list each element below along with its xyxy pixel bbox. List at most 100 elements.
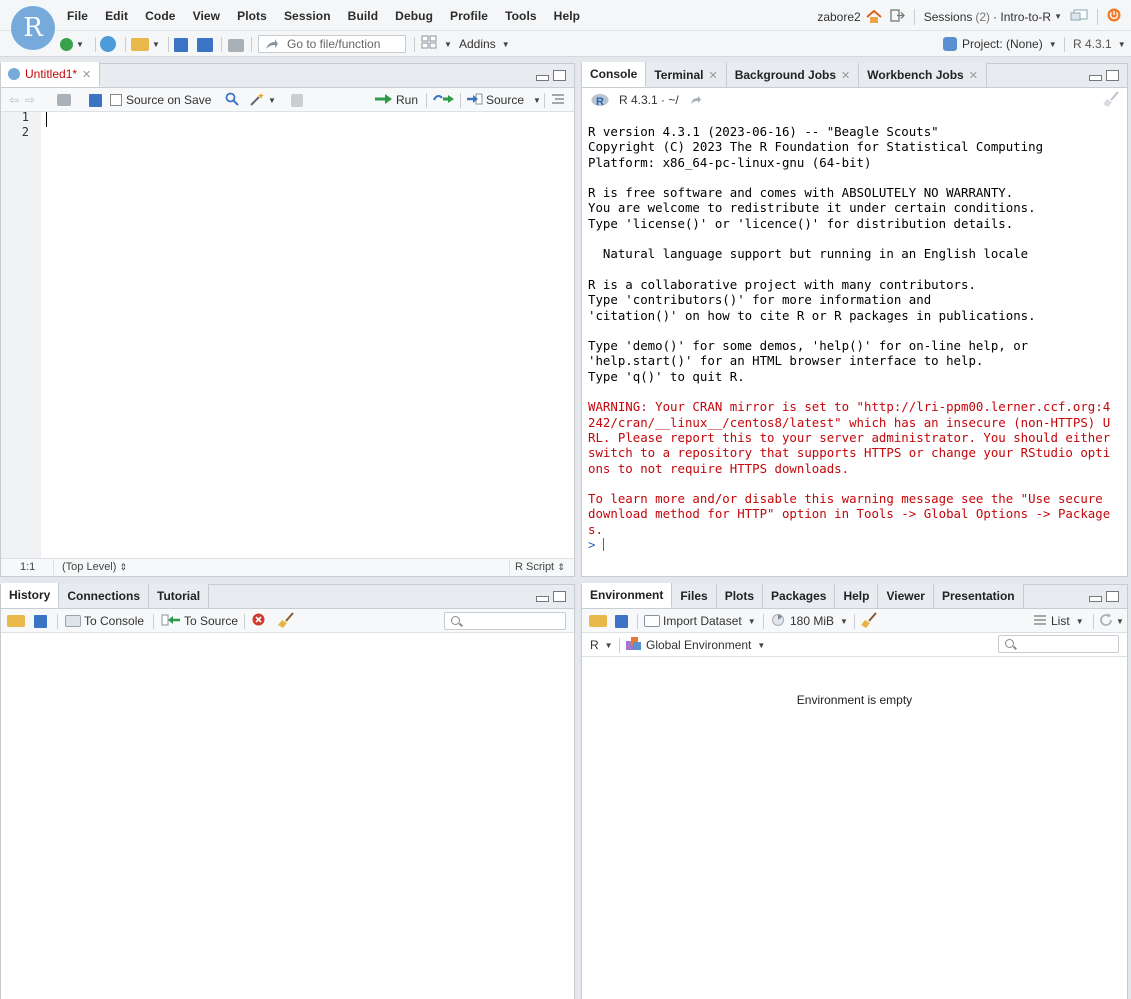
new-project-button[interactable] (100, 35, 116, 53)
rerun-button[interactable] (433, 91, 455, 109)
console-version-path[interactable]: R 4.3.1 · ~/ (619, 91, 679, 109)
menu-session[interactable]: Session (284, 9, 331, 23)
import-dataset-button[interactable]: Import Dataset ▼ (644, 612, 756, 630)
tab-files-label: Files (680, 589, 708, 603)
maximize-icon[interactable] (1106, 591, 1119, 602)
source-button[interactable]: Source ▼ (467, 91, 541, 109)
load-history-button[interactable] (7, 612, 25, 630)
new-file-button[interactable]: ▼ (60, 35, 84, 53)
goto-file-input[interactable]: Go to file/function (258, 35, 406, 53)
minimize-icon[interactable] (536, 596, 549, 602)
refresh-button[interactable]: ▼ (1099, 612, 1124, 630)
menu-tools[interactable]: Tools (505, 9, 537, 23)
maximize-icon[interactable] (1106, 70, 1119, 81)
tab-console[interactable]: Console (582, 62, 647, 87)
menu-edit[interactable]: Edit (105, 9, 128, 23)
go-to-directory-icon[interactable] (690, 91, 702, 109)
filetype-selector[interactable]: R Script ⇕ (515, 561, 565, 573)
print-icon (228, 38, 244, 52)
tab-tutorial[interactable]: Tutorial (149, 584, 210, 608)
maximize-icon[interactable] (553, 591, 566, 602)
tab-presentation[interactable]: Presentation (933, 584, 1024, 608)
scope-selector[interactable]: (Top Level) ⇕ (62, 561, 127, 573)
clear-environment-button[interactable] (860, 611, 878, 630)
close-icon[interactable]: ✕ (841, 69, 850, 82)
menu-plots[interactable]: Plots (237, 9, 267, 23)
session-name[interactable]: · Intro-to-R (993, 10, 1051, 24)
forward-icon[interactable]: ⇨ (25, 91, 35, 109)
view-mode-menu[interactable]: List ▼ (1034, 612, 1084, 630)
r-version-menu[interactable]: R 4.3.1 ▼ (1073, 35, 1126, 53)
editor-save-button[interactable] (89, 91, 102, 109)
save-all-button[interactable] (197, 36, 213, 54)
find-button[interactable] (225, 91, 239, 109)
menu-build[interactable]: Build (348, 9, 379, 23)
show-in-window-button[interactable] (57, 91, 71, 109)
run-button[interactable]: Run (375, 91, 418, 109)
to-source-button[interactable]: To Source (161, 612, 238, 630)
close-icon[interactable]: ✕ (82, 68, 91, 81)
tab-plots[interactable]: Plots (716, 584, 764, 608)
sessions-label[interactable]: Sessions (924, 10, 973, 24)
minimize-icon[interactable] (536, 75, 549, 81)
tab-connections[interactable]: Connections (59, 584, 150, 608)
tab-history[interactable]: History (1, 583, 60, 608)
history-search-input[interactable] (444, 612, 566, 630)
filetype-label: R Script (515, 561, 555, 573)
tab-packages[interactable]: Packages (763, 584, 836, 608)
clear-history-button[interactable] (277, 611, 295, 630)
environment-search-input[interactable] (998, 635, 1119, 653)
addins-menu[interactable]: Addins ▼ (459, 35, 510, 53)
compile-report-button[interactable] (291, 91, 303, 109)
tab-help[interactable]: Help (835, 584, 879, 608)
console-prompt[interactable]: > (588, 537, 1123, 552)
notebook-icon (291, 93, 303, 107)
source-tabbar: Untitled1* ✕ (1, 62, 574, 88)
menu-file[interactable]: File (67, 9, 88, 23)
tab-terminal[interactable]: Terminal ✕ (646, 63, 727, 87)
print-button[interactable] (228, 36, 244, 54)
menu-help[interactable]: Help (554, 9, 580, 23)
environment-scope-bar: R ▼ Global Environment ▼ (582, 633, 1127, 657)
menu-profile[interactable]: Profile (450, 9, 488, 23)
menu-debug[interactable]: Debug (395, 9, 433, 23)
open-file-button[interactable]: ▼ (131, 35, 160, 53)
pane-layout-button[interactable]: ▼ (421, 35, 452, 53)
outline-button[interactable] (552, 91, 564, 109)
language-menu[interactable]: R ▼ (590, 636, 613, 654)
save-button[interactable] (174, 36, 188, 54)
power-icon[interactable] (1107, 8, 1121, 25)
close-icon[interactable]: ✕ (708, 69, 717, 82)
tab-viewer[interactable]: Viewer (878, 584, 934, 608)
menu-view[interactable]: View (193, 9, 221, 23)
back-icon[interactable]: ⇦ (9, 91, 19, 109)
menu-code[interactable]: Code (145, 9, 175, 23)
tab-background-jobs[interactable]: Background Jobs ✕ (726, 63, 860, 87)
code-editor[interactable] (41, 112, 574, 558)
tab-workbench-jobs[interactable]: Workbench Jobs ✕ (859, 63, 987, 87)
maximize-icon[interactable] (553, 70, 566, 81)
code-tools-button[interactable]: ▼ (249, 91, 276, 109)
close-icon[interactable]: ✕ (969, 69, 978, 82)
tab-packages-label: Packages (771, 589, 827, 603)
save-workspace-button[interactable] (615, 612, 628, 630)
run-arrow-icon (375, 93, 393, 107)
save-history-button[interactable] (34, 612, 47, 630)
new-window-icon[interactable] (1070, 9, 1088, 24)
load-workspace-button[interactable] (589, 612, 607, 630)
sign-out-icon[interactable] (890, 8, 905, 25)
remove-entries-button[interactable] (252, 612, 265, 630)
tab-environment[interactable]: Environment (582, 583, 673, 608)
to-console-button[interactable]: To Console (65, 612, 144, 630)
home-icon[interactable] (866, 9, 882, 24)
source-on-save-checkbox[interactable]: Source on Save (110, 91, 211, 109)
environment-scope-menu[interactable]: Global Environment ▼ (626, 636, 765, 654)
tab-untitled1[interactable]: Untitled1* ✕ (1, 62, 101, 87)
minimize-icon[interactable] (1089, 75, 1102, 81)
clear-console-button[interactable] (1102, 90, 1120, 109)
console-output[interactable]: R version 4.3.1 (2023-06-16) -- "Beagle … (588, 124, 1123, 552)
project-menu[interactable]: Project: (None) ▼ (943, 35, 1057, 53)
minimize-icon[interactable] (1089, 596, 1102, 602)
tab-files[interactable]: Files (672, 584, 717, 608)
memory-usage-button[interactable]: 180 MiB ▼ (772, 612, 848, 630)
